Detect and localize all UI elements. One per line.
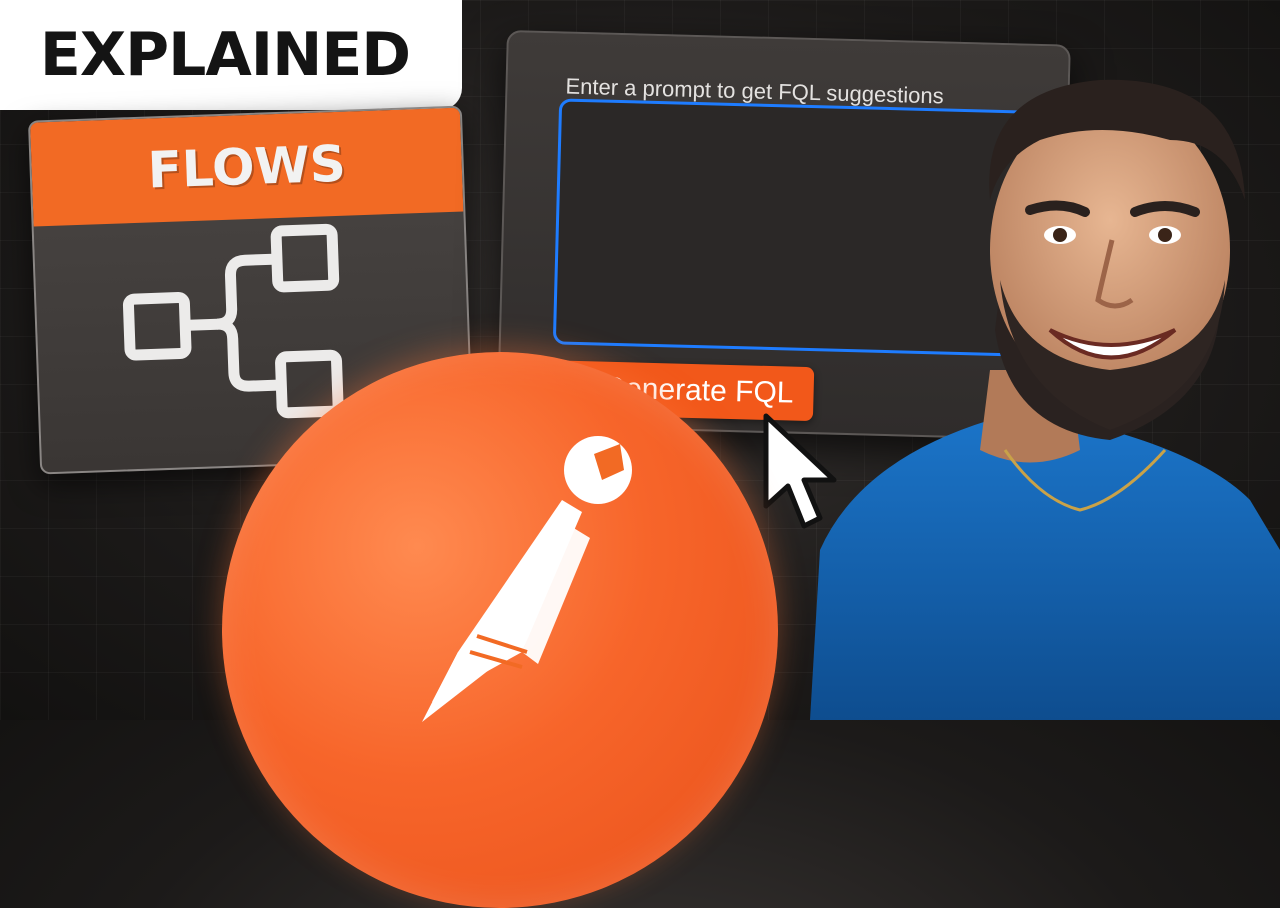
presenter-photo (810, 79, 1280, 720)
explained-badge: EXPLAINED (0, 0, 462, 110)
postman-logo (222, 352, 778, 908)
flows-card-header: FLOWS (30, 107, 464, 227)
flows-card-title: FLOWS (146, 134, 347, 200)
explained-badge-text: EXPLAINED (39, 20, 411, 90)
postman-logo-icon (422, 436, 632, 722)
